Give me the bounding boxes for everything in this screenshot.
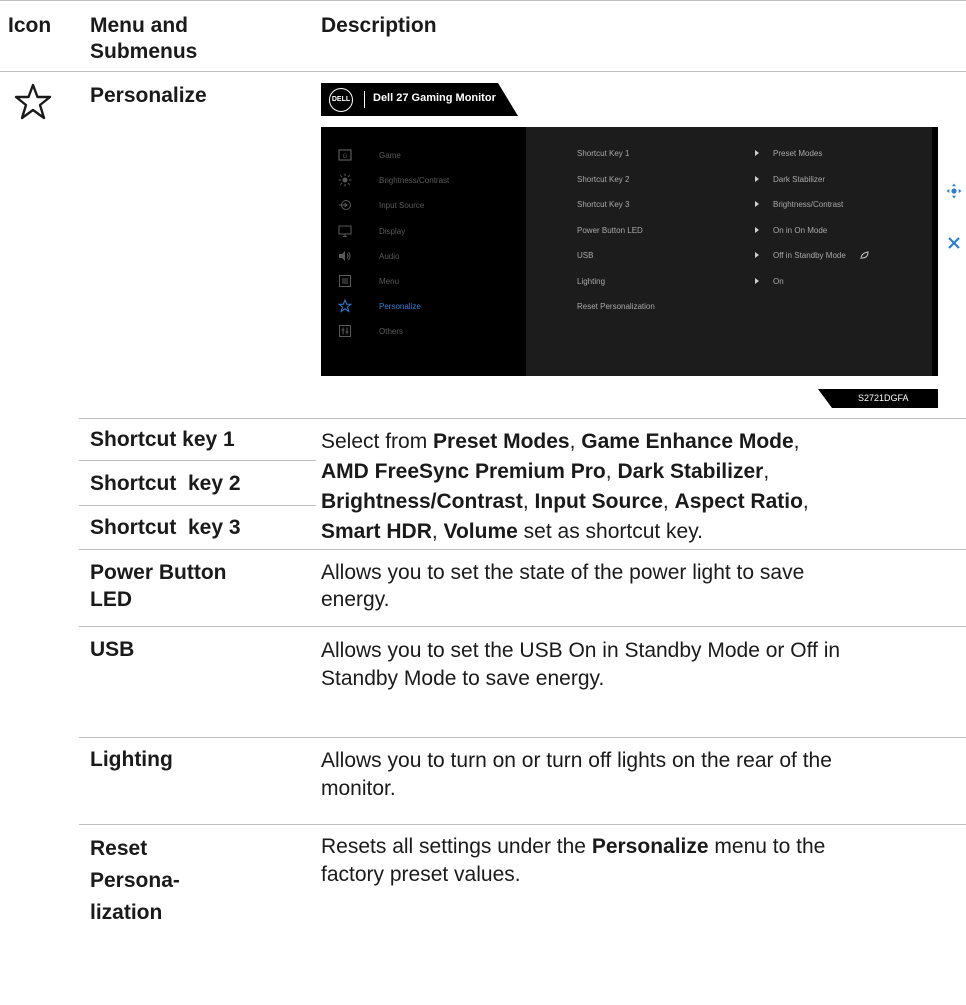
item-shortcut-key-2: Shortcut key 2 — [90, 472, 241, 495]
desc-power-button-led: Allows you to set the state of the power… — [321, 561, 805, 611]
row-rule — [79, 824, 966, 825]
osd-sub-power-button-led[interactable]: Power Button LED On in On Mode — [577, 223, 927, 239]
desc-lighting: Allows you to turn on or turn off lights… — [321, 749, 832, 800]
caret-right-icon — [755, 201, 759, 207]
power-leaf-icon — [860, 251, 869, 260]
osd-sub-lighting[interactable]: Lighting On — [577, 274, 927, 290]
model-name: S2721DGFA — [858, 393, 909, 403]
caret-right-icon — [755, 176, 759, 182]
svg-text:G: G — [343, 154, 348, 160]
osd-menu-display[interactable]: Display — [321, 221, 526, 241]
osd-panel: G Game Brightness/Contrast Input Source … — [321, 127, 938, 376]
row-rule — [79, 549, 966, 550]
row-rule — [79, 737, 966, 738]
osd-sub-usb[interactable]: USB Off in Standby Mode — [577, 248, 927, 264]
dell-logo: DELL — [329, 88, 353, 112]
menu-icon — [339, 275, 351, 287]
item-usb: USB — [90, 638, 135, 661]
osd-menu-audio[interactable]: Audio — [321, 246, 526, 266]
row-rule — [79, 460, 316, 461]
star-icon — [14, 83, 52, 126]
caret-right-icon — [755, 150, 759, 156]
input-source-icon — [339, 200, 351, 210]
game-icon: G — [338, 149, 352, 161]
osd-sub-shortcut-key-1[interactable]: Shortcut Key 1 Preset Modes — [577, 146, 927, 162]
desc-shortcut-keys: Select from Preset Modes, Game Enhance M… — [321, 430, 809, 543]
header-menu: Menu and Submenus — [90, 14, 198, 63]
display-icon — [338, 225, 352, 237]
osd-title-tab: DELL Dell 27 Gaming Monitor — [321, 83, 518, 116]
star-icon — [338, 299, 352, 313]
osd-menu-personalize[interactable]: Personalize — [321, 296, 526, 316]
osd-menu-input-source[interactable]: Input Source — [321, 195, 526, 215]
item-shortcut-key-1: Shortcut key 1 — [90, 428, 235, 451]
joystick-move-icon — [946, 183, 962, 199]
speaker-icon — [339, 251, 351, 261]
caret-right-icon — [755, 227, 759, 233]
item-lighting: Lighting — [90, 748, 173, 771]
table-top-rule — [0, 0, 966, 1]
desc-usb: Allows you to set the USB On in Standby … — [321, 639, 841, 690]
item-reset-personalization: Reset Persona-lization — [90, 837, 180, 924]
osd-sub-reset-personalization[interactable]: Reset Personalization — [577, 299, 927, 315]
others-icon — [339, 325, 351, 337]
osd-sub-shortcut-key-2[interactable]: Shortcut Key 2 Dark Stabilizer — [577, 172, 927, 188]
caret-right-icon — [755, 278, 759, 284]
caret-right-icon — [755, 252, 759, 258]
item-shortcut-key-3: Shortcut key 3 — [90, 516, 241, 539]
osd-menu-others[interactable]: Others — [321, 321, 526, 341]
osd-title: Dell 27 Gaming Monitor — [373, 92, 496, 104]
osd-menu-brightness[interactable]: Brightness/Contrast — [321, 170, 526, 190]
osd-model-tab: S2721DGFA — [818, 389, 938, 408]
row-rule — [79, 505, 316, 506]
osd-sub-shortcut-key-3[interactable]: Shortcut Key 3 Brightness/Contrast — [577, 197, 927, 213]
desc-reset-personalization: Resets all settings under the Personaliz… — [321, 835, 826, 886]
osd-menu-game[interactable]: G Game — [321, 145, 526, 165]
header-rule — [0, 71, 966, 72]
menu-title: Personalize — [90, 84, 207, 107]
osd-menu-menu[interactable]: Menu — [321, 271, 526, 291]
item-power-button-led: Power Button LED — [90, 561, 227, 611]
close-icon — [948, 237, 960, 249]
osd-tab-separator — [364, 91, 365, 108]
row-rule — [79, 418, 966, 419]
row-rule — [79, 626, 966, 627]
header-description: Description — [321, 14, 437, 37]
header-icon: Icon — [8, 14, 52, 37]
brightness-icon — [338, 173, 352, 187]
